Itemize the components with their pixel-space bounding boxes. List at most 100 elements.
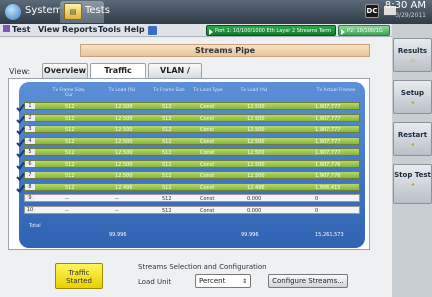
checkmark-icon[interactable] — [16, 103, 25, 113]
table-cell: 1,906,415 — [315, 184, 341, 191]
tab-overview[interactable]: Overview — [42, 63, 88, 78]
stop-test-label: Stop Test — [394, 171, 431, 179]
menu-help[interactable]: Help — [124, 25, 145, 34]
table-cell: Const — [200, 150, 215, 156]
row-index: 2 — [25, 114, 35, 121]
row-index: 4 — [25, 137, 35, 144]
menu-bar: Test View Reports Tools Help Port 1: 10/… — [0, 24, 392, 37]
results-icon: ▭ — [409, 57, 416, 64]
load-unit-select[interactable]: Percent ⇕ — [195, 274, 251, 288]
col-header: Tx Frame Size — [153, 88, 185, 93]
row-index: 7 — [25, 172, 35, 178]
row-index: 1 — [25, 103, 35, 109]
table-cell: 12.500 — [115, 150, 133, 156]
tests-icon[interactable]: ▤ — [64, 3, 82, 20]
checkmark-icon[interactable] — [16, 161, 25, 170]
system-label[interactable]: System — [25, 5, 62, 16]
checkmark-icon[interactable] — [16, 149, 25, 159]
col-header: Tx Load (%) — [240, 88, 268, 93]
dc-power-icon: DC — [365, 4, 379, 18]
table-cell: 0.000 — [247, 207, 262, 214]
table-cell: Const — [200, 173, 215, 179]
table-cell: 512 — [162, 207, 172, 214]
checkmark-icon[interactable] — [16, 172, 25, 182]
table-cell: Const — [200, 127, 215, 133]
table-row[interactable]: 6 512 12.500 512 Const 12.500 1,907,776 — [16, 159, 360, 170]
tests-label[interactable]: Tests — [85, 5, 110, 16]
checkmark-icon[interactable] — [16, 115, 25, 124]
table-cell: 512 — [65, 127, 75, 133]
table-cell: Const — [200, 207, 215, 214]
table-cell: 12.500 — [115, 161, 133, 168]
table-cell: 0 — [315, 207, 319, 214]
table-cell: -- — [115, 196, 119, 202]
table-cell: 512 — [162, 115, 172, 122]
checkmark-icon[interactable] — [16, 138, 25, 147]
checkmark-icon[interactable] — [16, 126, 25, 136]
port-2-tab[interactable]: P2: 10/100/1G — [338, 25, 390, 36]
table-row[interactable]: 2 512 12.500 512 Const 12.500 1,907,777 — [16, 113, 360, 124]
table-cell: 12.500 — [115, 104, 133, 110]
table-cell: -- — [65, 207, 69, 214]
table-cell: 12.500 — [115, 138, 133, 145]
row-index: 6 — [25, 160, 35, 167]
table-cell: 1,907,777 — [315, 138, 341, 145]
menu-reports[interactable]: Reports — [62, 25, 97, 34]
table-cell: 12.500 — [247, 127, 265, 133]
table-cell: 1,907,776 — [315, 173, 341, 179]
row-index: 8 — [25, 183, 35, 190]
table-cell: -- — [115, 207, 119, 214]
test-menu-icon — [3, 25, 10, 32]
table-cell: 512 — [162, 104, 172, 110]
col-header: Tx Load (%) — [108, 88, 136, 93]
total-tx-load: 99.996 — [109, 232, 127, 238]
checkmark-icon[interactable] — [16, 184, 25, 193]
traffic-started-button[interactable]: Traffic Started — [55, 263, 103, 289]
help-icon[interactable] — [148, 26, 157, 35]
table-cell: Const — [200, 184, 215, 191]
menu-view[interactable]: View — [38, 25, 60, 34]
table-row[interactable]: 4 512 12.500 512 Const 12.500 1,907,777 — [16, 136, 360, 147]
clock: 8:30 AM 3/29/2011 — [385, 1, 426, 21]
select-arrows-icon: ⇕ — [241, 278, 247, 285]
app-root: System ▤ Tests DC 8:30 AM 3/29/2011 Test… — [0, 0, 432, 297]
table-cell: 12.496 — [115, 184, 133, 191]
tab-vlan-vpls[interactable]: VLAN / VPLS — [148, 63, 202, 89]
table-row[interactable]: 7 512 12.500 512 Const 12.500 1,907,776 — [16, 171, 360, 182]
configure-streams-button[interactable]: Configure Streams... — [268, 274, 348, 288]
table-cell: 512 — [65, 150, 75, 156]
table-cell: 12.500 — [115, 173, 133, 179]
table-row[interactable]: 10 -- -- 512 Const 0.000 0 — [24, 205, 360, 214]
table-cell: Const — [200, 196, 215, 202]
table-cell: 512 — [65, 161, 75, 168]
system-icon[interactable] — [5, 4, 21, 20]
table-row[interactable]: 1 512 12.500 512 Const 12.500 1,907,777 — [16, 102, 360, 113]
table-cell: 512 — [65, 104, 75, 110]
table-cell: 0.000 — [247, 196, 262, 202]
restart-button[interactable]: Restart ◂ — [393, 122, 432, 156]
tab-traffic-loads[interactable]: Traffic Loads — [90, 63, 146, 89]
total-tx-frames: 15,261,573 — [315, 232, 344, 238]
streams-table: Tx Frame Size, Cur Tx Load (%) Tx Frame … — [16, 82, 365, 248]
table-cell: Const — [200, 161, 215, 168]
table-row[interactable]: 9 -- -- 512 Const 0.000 0 — [24, 194, 360, 202]
table-cell: Const — [200, 138, 215, 145]
row-index: 10 — [25, 206, 35, 213]
load-unit-value: Percent — [199, 277, 226, 285]
results-button[interactable]: Results ▭ — [393, 38, 432, 72]
col-header: Tx Frame Size, Cur — [52, 88, 86, 98]
table-cell: 512 — [65, 138, 75, 145]
table-cell: 512 — [162, 196, 172, 202]
port-1-tab[interactable]: Port 1: 10/100/1000 Eth Layer 2 Streams … — [206, 25, 336, 36]
menu-tools[interactable]: Tools — [98, 25, 121, 34]
table-row[interactable]: 5 512 12.500 512 Const 12.500 1,907,777 — [16, 148, 360, 159]
table-row[interactable]: 8 512 12.496 512 Const 12.496 1,906,415 — [16, 182, 360, 193]
setup-button[interactable]: Setup ◂ — [393, 80, 432, 114]
restart-label: Restart — [397, 131, 428, 139]
stop-test-button[interactable]: Stop Test ◂ — [393, 164, 432, 204]
page-title: Streams Pipe — [80, 44, 370, 57]
menu-test[interactable]: Test — [3, 25, 30, 34]
table-row[interactable]: 3 512 12.500 512 Const 12.500 1,907,777 — [16, 125, 360, 136]
restart-icon: ◂ — [410, 141, 414, 148]
table-cell: 12.500 — [247, 150, 265, 156]
